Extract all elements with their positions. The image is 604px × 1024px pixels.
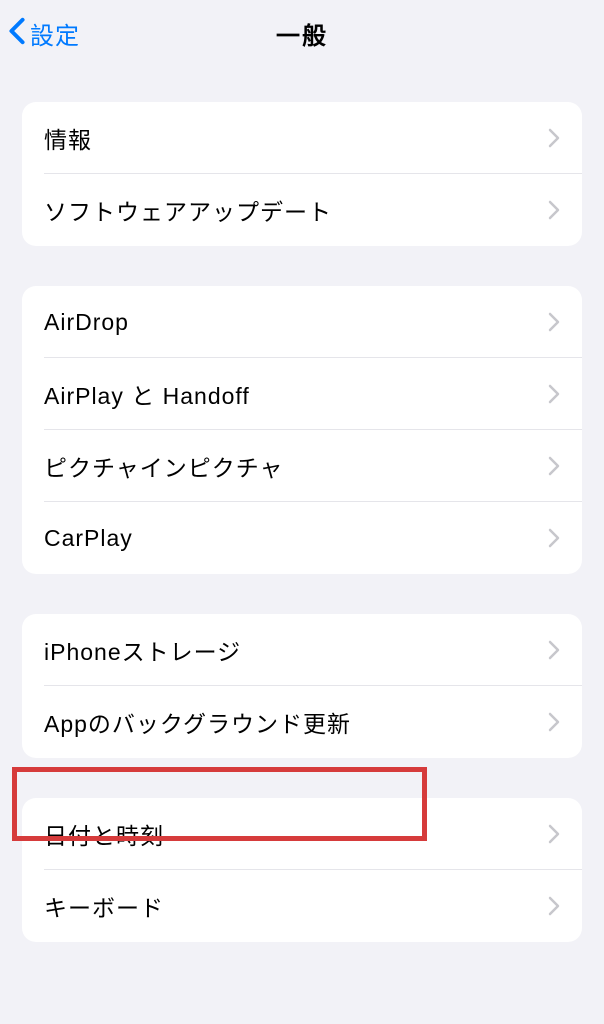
row-label: ピクチャインピクチャ [44, 449, 284, 483]
row-background-app-refresh[interactable]: Appのバックグラウンド更新 [22, 686, 582, 758]
settings-group: 情報 ソフトウェアアップデート [22, 102, 582, 246]
row-label: 情報 [44, 121, 92, 155]
settings-group: iPhoneストレージ Appのバックグラウンド更新 [22, 614, 582, 758]
chevron-right-icon [548, 384, 560, 404]
row-airdrop[interactable]: AirDrop [22, 286, 582, 358]
chevron-right-icon [548, 200, 560, 220]
page-title: 一般 [10, 16, 594, 51]
row-label: ソフトウェアアップデート [44, 193, 332, 227]
chevron-right-icon [548, 528, 560, 548]
row-software-update[interactable]: ソフトウェアアップデート [22, 174, 582, 246]
chevron-right-icon [548, 128, 560, 148]
row-label: CarPlay [44, 525, 133, 552]
settings-group: AirDrop AirPlay と Handoff ピクチャインピクチャ Car… [22, 286, 582, 574]
row-label: Appのバックグラウンド更新 [44, 705, 351, 739]
chevron-right-icon [548, 640, 560, 660]
row-keyboard[interactable]: キーボード [22, 870, 582, 942]
row-label: キーボード [44, 889, 164, 923]
row-picture-in-picture[interactable]: ピクチャインピクチャ [22, 430, 582, 502]
row-carplay[interactable]: CarPlay [22, 502, 582, 574]
row-label: AirPlay と Handoff [44, 377, 250, 411]
row-about[interactable]: 情報 [22, 102, 582, 174]
back-button[interactable]: 設定 [8, 16, 80, 51]
content: 情報 ソフトウェアアップデート AirDrop AirPlay と Handof… [0, 102, 604, 942]
back-label: 設定 [30, 16, 80, 51]
navigation-bar: 設定 一般 [0, 0, 604, 66]
chevron-left-icon [8, 17, 26, 50]
chevron-right-icon [548, 824, 560, 844]
row-date-time[interactable]: 日付と時刻 [22, 798, 582, 870]
settings-group: 日付と時刻 キーボード [22, 798, 582, 942]
row-label: iPhoneストレージ [44, 633, 241, 667]
chevron-right-icon [548, 896, 560, 916]
chevron-right-icon [548, 312, 560, 332]
row-airplay-handoff[interactable]: AirPlay と Handoff [22, 358, 582, 430]
chevron-right-icon [548, 712, 560, 732]
row-label: 日付と時刻 [44, 817, 164, 851]
chevron-right-icon [548, 456, 560, 476]
row-label: AirDrop [44, 309, 129, 336]
row-iphone-storage[interactable]: iPhoneストレージ [22, 614, 582, 686]
